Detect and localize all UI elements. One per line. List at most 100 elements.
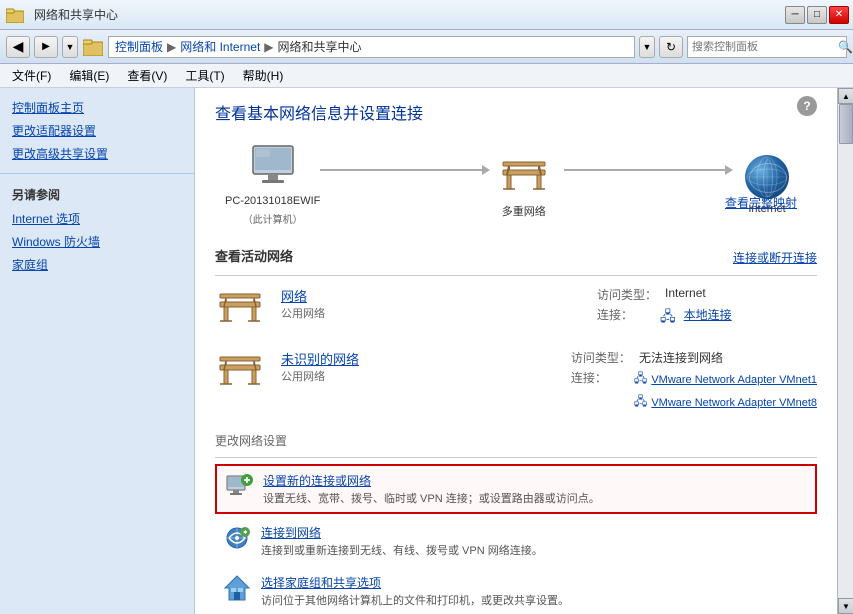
dropdown-button[interactable]: ▼	[62, 36, 78, 58]
sidebar-item-homegroup[interactable]: 家庭组	[0, 253, 194, 276]
help-icon[interactable]: ?	[797, 96, 817, 116]
network-line-1	[320, 169, 483, 171]
breadcrumb: 控制面板 ▶ 网络和 Internet ▶ 网络和共享中心	[108, 36, 635, 58]
pc-icon	[248, 144, 298, 191]
setup-connection-text: 设置新的连接或网络 设置无线、宽带、拨号、临时或 VPN 连接；或设置路由器或访…	[263, 472, 807, 506]
multi-network-icon	[499, 152, 549, 199]
access-type-value-1: Internet	[665, 286, 706, 303]
search-box[interactable]: 🔍	[687, 36, 847, 58]
sidebar-item-internet-options[interactable]: Internet 选项	[0, 207, 194, 230]
network-diagram: PC-20131018EWIF （此计算机）	[215, 144, 817, 226]
content-area: ? 查看基本网络信息并设置连接	[195, 88, 837, 614]
network-name-1[interactable]: 网络	[281, 286, 581, 305]
setup-new-connection-item[interactable]: 设置新的连接或网络 设置无线、宽带、拨号、临时或 VPN 连接；或设置路由器或访…	[215, 464, 817, 514]
homegroup-text: 选择家庭组和共享选项 访问位于其他网络计算机上的文件和打印机，或更改共享设置。	[261, 574, 809, 608]
change-settings-section: 更改网络设置	[215, 432, 817, 614]
access-type-row-1: 访问类型： Internet	[597, 286, 817, 303]
access-type-label-1: 访问类型：	[597, 286, 657, 303]
breadcrumb-part2[interactable]: 网络和 Internet	[180, 38, 260, 55]
breadcrumb-sep1: ▶	[167, 40, 176, 54]
network-name-2[interactable]: 未识别的网络	[281, 349, 555, 368]
access-type-value-2: 无法连接到网络	[639, 349, 723, 366]
connection-value-2b[interactable]: VMware Network Adapter VMnet8	[651, 397, 817, 409]
connection-label-2: 连接：	[571, 369, 626, 413]
connection-icon-2a: 🖧	[634, 369, 647, 390]
window-icon	[4, 4, 26, 26]
menu-view[interactable]: 查看(V)	[119, 65, 175, 86]
menu-bar: 文件(F) 编辑(E) 查看(V) 工具(T) 帮助(H)	[0, 64, 853, 88]
homegroup-desc: 访问位于其他网络计算机上的文件和打印机，或更改共享设置。	[261, 592, 809, 608]
title-bar: 网络和共享中心 ─ □ ✕	[0, 0, 853, 30]
connection-value-1[interactable]: 本地连接	[684, 306, 732, 330]
setup-connection-title[interactable]: 设置新的连接或网络	[263, 472, 807, 489]
scroll-thumb[interactable]	[839, 104, 853, 144]
network-details-1: 访问类型： Internet 连接： 🖧 本地连接	[597, 286, 817, 333]
refresh-button[interactable]: ↻	[659, 36, 683, 58]
connect-network-desc: 连接到或重新连接到无线、有线、拨号或 VPN 网络连接。	[261, 542, 809, 558]
page-title: 查看基本网络信息并设置连接	[215, 100, 817, 124]
network-icon-2	[215, 349, 265, 393]
back-button[interactable]: ◀	[6, 36, 30, 58]
close-button[interactable]: ✕	[829, 6, 849, 24]
network-line-2	[564, 169, 727, 171]
minimize-button[interactable]: ─	[785, 6, 805, 24]
connection-label-1: 连接：	[597, 306, 652, 330]
pc-label: PC-20131018EWIF	[225, 195, 320, 207]
breadcrumb-sep2: ▶	[264, 40, 273, 54]
connection-row-2: 连接： 🖧 VMware Network Adapter VMnet1 🖧 VM…	[571, 369, 817, 413]
pc-sublabel: （此计算机）	[243, 211, 303, 226]
view-full-map-link[interactable]: 查看完整映射	[725, 194, 797, 211]
connection-value-2a[interactable]: VMware Network Adapter VMnet1	[651, 374, 817, 386]
globe-icon	[745, 155, 789, 199]
homegroup-icon	[223, 574, 251, 602]
menu-help[interactable]: 帮助(H)	[235, 65, 292, 86]
address-bar: ◀ ▶ ▼ 控制面板 ▶ 网络和 Internet ▶ 网络和共享中心 ▼ ↻ …	[0, 30, 853, 64]
network-info-1: 网络 公用网络	[281, 286, 581, 321]
change-settings-title: 更改网络设置	[215, 432, 817, 449]
sidebar-item-control-panel-home[interactable]: 控制面板主页	[0, 96, 194, 119]
network-type-1: 公用网络	[281, 305, 581, 321]
network-info-2: 未识别的网络 公用网络	[281, 349, 555, 384]
connect-network-title[interactable]: 连接到网络	[261, 524, 809, 541]
connect-disconnect-link[interactable]: 连接或断开连接	[733, 249, 817, 266]
multi-label: 多重网络	[502, 203, 546, 219]
connect-network-item[interactable]: 连接到网络 连接到或重新连接到无线、有线、拨号或 VPN 网络连接。	[215, 518, 817, 564]
search-icon: 🔍	[838, 40, 853, 54]
sidebar-item-advanced-sharing[interactable]: 更改高级共享设置	[0, 142, 194, 165]
network-node-pc: PC-20131018EWIF （此计算机）	[225, 144, 320, 226]
scroll-up-button[interactable]: ▲	[838, 88, 853, 104]
sidebar-item-adapter-settings[interactable]: 更改适配器设置	[0, 119, 194, 142]
main-layout: 控制面板主页 更改适配器设置 更改高级共享设置 另请参阅 Internet 选项…	[0, 88, 853, 614]
access-type-label-2: 访问类型：	[571, 349, 631, 366]
connection-row-1: 连接： 🖧 本地连接	[597, 306, 817, 330]
folder-icon	[82, 36, 104, 58]
breadcrumb-part1[interactable]: 控制面板	[115, 38, 163, 55]
window-title: 网络和共享中心	[34, 6, 118, 23]
homegroup-title[interactable]: 选择家庭组和共享选项	[261, 574, 809, 591]
menu-tools[interactable]: 工具(T)	[177, 65, 232, 86]
scroll-down-button[interactable]: ▼	[838, 598, 853, 614]
breadcrumb-part3: 网络和共享中心	[278, 38, 362, 55]
connect-network-text: 连接到网络 连接到或重新连接到无线、有线、拨号或 VPN 网络连接。	[261, 524, 809, 558]
setup-connection-icon	[225, 472, 253, 500]
sidebar-item-windows-firewall[interactable]: Windows 防火墙	[0, 230, 194, 253]
access-type-row-2: 访问类型： 无法连接到网络	[571, 349, 817, 366]
forward-button[interactable]: ▶	[34, 36, 58, 58]
network-type-2: 公用网络	[281, 368, 555, 384]
maximize-button[interactable]: □	[807, 6, 827, 24]
network-card-2: 未识别的网络 公用网络 访问类型： 无法连接到网络 连接： 🖧 VMware N…	[215, 349, 817, 416]
homegroup-item[interactable]: 选择家庭组和共享选项 访问位于其他网络计算机上的文件和打印机，或更改共享设置。	[215, 568, 817, 614]
window-controls: ─ □ ✕	[785, 6, 849, 24]
connection-icon-2b: 🖧	[634, 392, 647, 413]
menu-edit[interactable]: 编辑(E)	[61, 65, 117, 86]
sidebar-divider	[0, 173, 194, 174]
active-networks-title: 查看活动网络	[215, 246, 293, 269]
down-arrow-button[interactable]: ▼	[639, 36, 655, 58]
network-icon-1	[215, 286, 265, 330]
network-details-2: 访问类型： 无法连接到网络 连接： 🖧 VMware Network Adapt…	[571, 349, 817, 416]
also-see-title: 另请参阅	[0, 182, 194, 207]
scroll-track[interactable]	[838, 104, 853, 598]
search-input[interactable]	[692, 41, 834, 53]
scrollbar[interactable]: ▲ ▼	[837, 88, 853, 614]
menu-file[interactable]: 文件(F)	[4, 65, 59, 86]
